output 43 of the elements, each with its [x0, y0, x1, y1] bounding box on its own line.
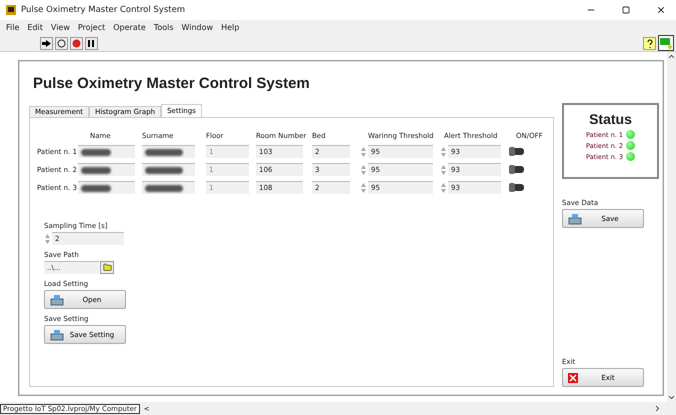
- run-arrow-icon[interactable]: [40, 36, 53, 50]
- redaction-mark: [81, 166, 111, 174]
- menu-item[interactable]: Window: [178, 23, 218, 32]
- scroll-right-icon[interactable]: [653, 404, 662, 413]
- menu-item[interactable]: Edit: [23, 23, 47, 32]
- status-title: Status: [589, 111, 632, 127]
- menu-item[interactable]: Tools: [150, 23, 178, 32]
- panel-title: Pulse Oximetry Master Control System: [33, 75, 311, 92]
- menu-item[interactable]: Project: [74, 23, 110, 32]
- input-field[interactable]: [78, 163, 135, 176]
- close-icon[interactable]: [656, 5, 666, 15]
- input-field[interactable]: [78, 181, 135, 194]
- input-field[interactable]: [142, 163, 195, 176]
- drive-icon: [50, 328, 64, 340]
- maximize-icon[interactable]: [622, 6, 630, 14]
- help-icon[interactable]: [643, 36, 656, 50]
- toggle-switch[interactable]: [510, 148, 524, 155]
- toggle-switch[interactable]: [510, 184, 524, 191]
- input-field[interactable]: [142, 145, 195, 158]
- menu-item[interactable]: Help: [217, 23, 244, 32]
- redaction-mark: [145, 148, 183, 156]
- close-icon: [568, 372, 578, 382]
- redaction-mark: [81, 148, 111, 156]
- input-field[interactable]: [142, 181, 195, 194]
- drive-icon: [568, 212, 582, 224]
- pause-icon[interactable]: [85, 36, 98, 50]
- menu-item[interactable]: File: [2, 23, 24, 32]
- scroll-up-icon[interactable]: [667, 52, 676, 61]
- redaction-mark: [145, 184, 183, 192]
- redaction-mark: [145, 166, 183, 174]
- redaction-mark: [81, 184, 111, 192]
- toggle-switch[interactable]: [510, 166, 524, 173]
- menu-item[interactable]: View: [46, 23, 74, 32]
- stop-icon[interactable]: [70, 36, 83, 50]
- window-title: Pulse Oximetry Master Control System: [21, 5, 186, 15]
- app-icon: [6, 5, 16, 15]
- run-continuously-icon[interactable]: [55, 36, 68, 50]
- folder-icon[interactable]: [100, 261, 114, 274]
- input-field[interactable]: [78, 145, 135, 158]
- drive-icon: [50, 294, 64, 306]
- vertical-scrollbar[interactable]: [667, 52, 676, 402]
- menu-item[interactable]: Operate: [109, 23, 150, 32]
- scroll-down-icon[interactable]: [667, 393, 676, 402]
